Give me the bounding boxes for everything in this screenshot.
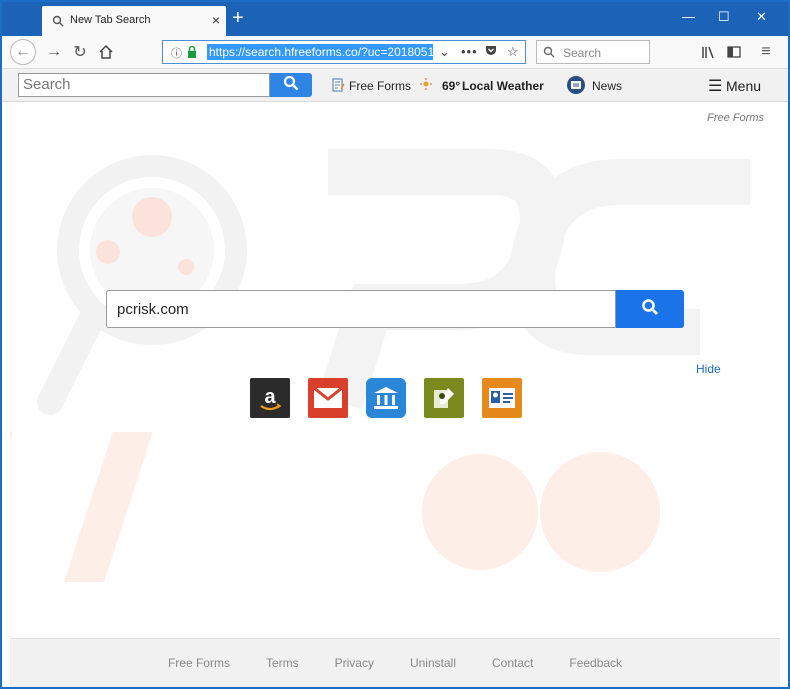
- news-icon: [566, 75, 586, 98]
- title-bar: New Tab Search × + — ☐ ✕: [2, 2, 788, 36]
- browser-window: New Tab Search × + — ☐ ✕ ← → ↻ ⓘ https:/…: [2, 2, 788, 687]
- bank-icon[interactable]: [366, 378, 406, 418]
- forms-document-icon: [332, 78, 345, 95]
- browser-search-field[interactable]: Search: [536, 40, 650, 64]
- hamburger-menu-icon[interactable]: ≡: [756, 42, 776, 62]
- footer-link-feedback[interactable]: Feedback: [569, 656, 622, 670]
- back-button[interactable]: ←: [10, 39, 36, 65]
- url-text[interactable]: https://search.hfreeforms.co/?uc=2018051…: [207, 44, 433, 60]
- info-icon[interactable]: ⓘ: [171, 45, 182, 61]
- forms-icon[interactable]: [424, 378, 464, 418]
- chevron-down-icon[interactable]: ⌄: [439, 44, 450, 60]
- hide-link[interactable]: Hide: [696, 362, 721, 376]
- minimize-button[interactable]: —: [682, 10, 695, 24]
- footer-link-uninstall[interactable]: Uninstall: [410, 656, 456, 670]
- more-actions-icon[interactable]: •••: [461, 44, 478, 59]
- lock-icon: [187, 45, 197, 63]
- footer-link-terms[interactable]: Terms: [266, 656, 299, 670]
- weather-temperature[interactable]: 69°: [442, 79, 460, 93]
- browser-tab[interactable]: New Tab Search ×: [42, 6, 226, 36]
- search-icon: [283, 75, 299, 96]
- footer-link-privacy[interactable]: Privacy: [335, 656, 374, 670]
- weather-sun-icon: [420, 78, 432, 93]
- back-arrow-icon: ←: [15, 43, 31, 60]
- page-content: Free Forms pcrisk.com Hide a Free Forms …: [10, 102, 780, 687]
- tab-title: New Tab Search: [70, 14, 151, 26]
- page-footer: Free Forms Terms Privacy Uninstall Conta…: [10, 638, 780, 687]
- tab-close-icon[interactable]: ×: [212, 12, 220, 28]
- svg-text:a: a: [264, 386, 276, 408]
- weather-link[interactable]: Local Weather: [462, 79, 544, 93]
- toolbar-search-input[interactable]: Search: [18, 73, 270, 97]
- free-forms-tag: Free Forms: [707, 112, 764, 124]
- amazon-icon[interactable]: a: [250, 378, 290, 418]
- navigation-bar: ← → ↻ ⓘ https://search.hfreeforms.co/?uc…: [2, 36, 788, 69]
- quick-links: a: [250, 378, 522, 418]
- forward-icon[interactable]: →: [44, 42, 64, 62]
- search-icon: [641, 298, 659, 321]
- id-card-icon[interactable]: [482, 378, 522, 418]
- pcrisk-watermark-logo: [10, 149, 750, 582]
- url-bar[interactable]: ⓘ https://search.hfreeforms.co/?uc=20180…: [162, 40, 526, 64]
- library-icon[interactable]: [698, 42, 718, 62]
- maximize-button[interactable]: ☐: [718, 10, 730, 24]
- reload-icon[interactable]: ↻: [70, 42, 90, 62]
- pocket-icon[interactable]: [485, 44, 497, 59]
- search-icon: [52, 14, 64, 32]
- browser-search-placeholder: Search: [563, 46, 602, 60]
- toolbar-free-forms-link[interactable]: Free Forms: [349, 79, 411, 93]
- main-search-button[interactable]: [616, 290, 684, 328]
- footer-link-contact[interactable]: Contact: [492, 656, 533, 670]
- sidebar-icon[interactable]: [724, 42, 744, 62]
- toolbar-news-link[interactable]: News: [592, 79, 622, 93]
- toolbar-search-button[interactable]: [270, 73, 312, 97]
- extension-toolbar: Search Free Forms 69° Local Weather News…: [2, 69, 788, 102]
- home-icon[interactable]: [96, 42, 116, 62]
- toolbar-menu-button[interactable]: Menu: [726, 78, 761, 94]
- footer-link-free-forms[interactable]: Free Forms: [168, 656, 230, 670]
- new-tab-button[interactable]: +: [232, 8, 244, 28]
- bookmark-star-icon[interactable]: ☆: [507, 44, 519, 60]
- search-icon: [543, 45, 555, 63]
- main-search-input[interactable]: pcrisk.com: [106, 290, 616, 328]
- gmail-icon[interactable]: [308, 378, 348, 418]
- menu-icon[interactable]: ☰: [708, 76, 722, 96]
- close-window-button[interactable]: ✕: [756, 10, 767, 24]
